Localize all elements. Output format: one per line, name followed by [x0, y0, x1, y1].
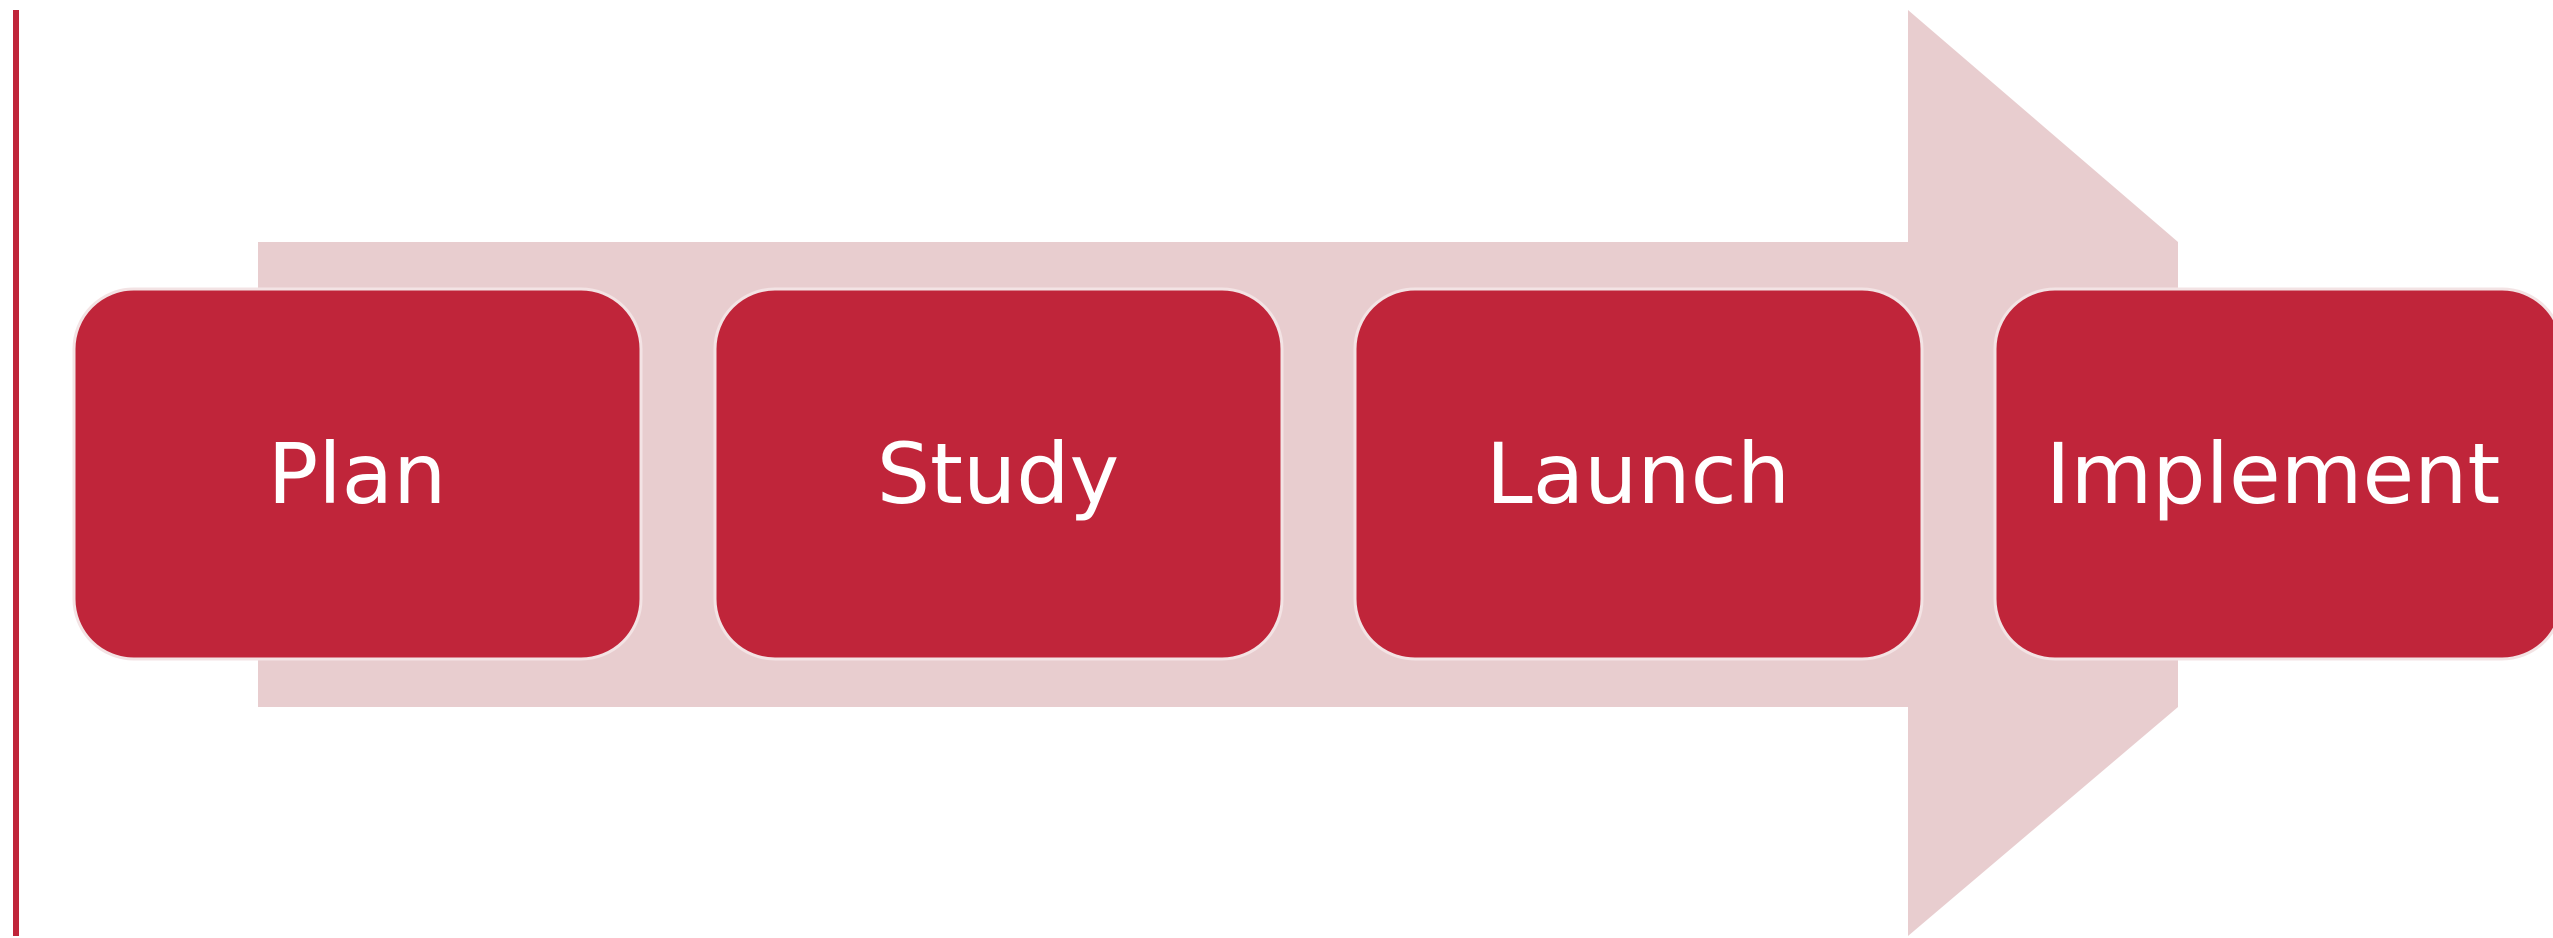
- step-box-plan: Plan: [72, 287, 643, 661]
- step-box-study: Study: [713, 287, 1284, 661]
- process-diagram-canvas: Plan Study Launch Implement: [13, 10, 2553, 936]
- step-label-implement: Implement: [2046, 425, 2501, 523]
- step-box-implement: Implement: [1993, 287, 2553, 661]
- step-label-plan: Plan: [268, 425, 447, 523]
- step-label-study: Study: [877, 425, 1120, 523]
- step-label-launch: Launch: [1486, 425, 1790, 523]
- process-diagram: Plan Study Launch Implement: [0, 0, 2553, 938]
- step-box-launch: Launch: [1353, 287, 1924, 661]
